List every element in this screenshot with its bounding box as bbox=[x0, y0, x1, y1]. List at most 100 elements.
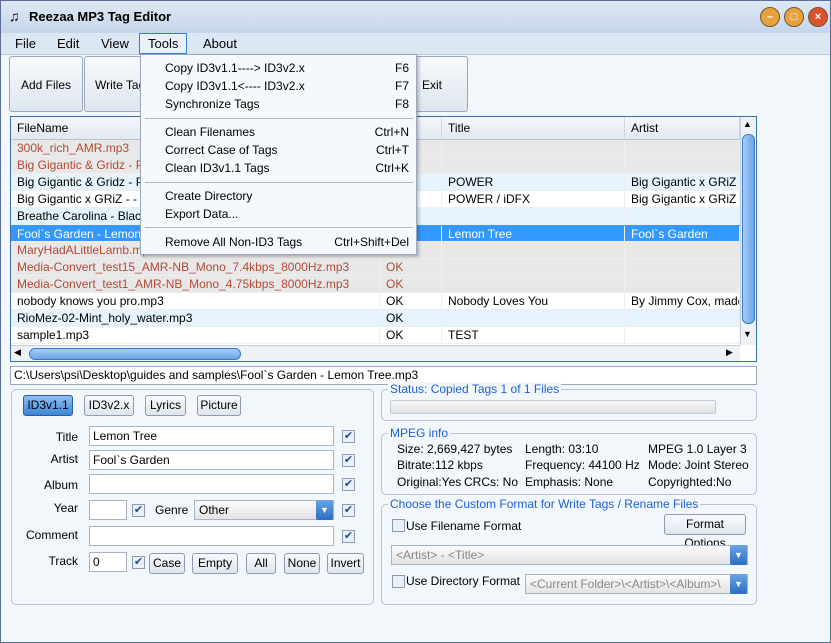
mpeg-version-info: MPEG 1.0 Layer 3 bbox=[648, 442, 747, 456]
chevron-down-icon[interactable]: ▼ bbox=[730, 545, 747, 565]
menu-item[interactable]: Copy ID3v1.1<---- ID3v2.x F7 bbox=[165, 77, 409, 95]
menu-item-label: Synchronize Tags bbox=[165, 97, 260, 111]
menu-item[interactable]: Create Directory bbox=[165, 187, 409, 205]
column-title[interactable]: Title bbox=[442, 117, 625, 140]
cell-artist bbox=[625, 242, 740, 259]
menu-file[interactable]: File bbox=[13, 36, 38, 51]
menu-view[interactable]: View bbox=[99, 36, 131, 51]
table-row[interactable]: sample1.mp3 OK TEST bbox=[11, 327, 740, 344]
all-button[interactable]: All bbox=[246, 553, 276, 574]
tab-id3v1[interactable]: ID3v1.1 bbox=[23, 395, 73, 416]
scroll-right-icon[interactable]: ▶ bbox=[726, 347, 733, 358]
artist-checkbox[interactable]: ✔ bbox=[342, 454, 355, 467]
comment-checkbox[interactable]: ✔ bbox=[342, 530, 355, 543]
cell-file: Media-Convert_test1_AMR-NB_Mono_4.75kbps… bbox=[11, 276, 380, 293]
scroll-up-icon[interactable]: ▲ bbox=[743, 119, 752, 129]
maximize-button[interactable]: □ bbox=[784, 7, 804, 27]
menu-separator bbox=[145, 118, 413, 119]
filename-format-select[interactable]: <Artist> - <Title> ▼ bbox=[391, 545, 748, 565]
vertical-scroll-thumb[interactable] bbox=[742, 134, 755, 324]
add-files-button[interactable]: Add Files bbox=[9, 56, 83, 112]
empty-button[interactable]: Empty bbox=[192, 553, 238, 574]
bitrate-info: Bitrate:112 kbps bbox=[397, 458, 483, 472]
table-row[interactable]: nobody knows you pro.mp3 OK Nobody Loves Y… bbox=[11, 293, 740, 310]
cell-file: RioMez-02-Mint_holy_water.mp3 bbox=[11, 310, 380, 327]
tab-picture[interactable]: Picture bbox=[197, 395, 241, 416]
menu-item[interactable]: Copy ID3v1.1----> ID3v2.x F6 bbox=[165, 59, 409, 77]
year-label: Year bbox=[53, 501, 78, 515]
chevron-down-icon[interactable]: ▼ bbox=[316, 500, 333, 520]
cell-artist: Big Gigantic x GRiZ bbox=[625, 191, 740, 208]
horizontal-scroll-thumb[interactable] bbox=[29, 348, 241, 360]
comment-input[interactable] bbox=[89, 526, 334, 546]
column-artist[interactable]: Artist bbox=[625, 117, 740, 140]
tag-editor-panel: ID3v1.1 ID3v2.x Lyrics Picture Title Lem… bbox=[11, 389, 374, 605]
file-path-field: C:\Users\psi\Desktop\guides and samples\… bbox=[10, 366, 757, 385]
menu-item[interactable]: Remove All Non-ID3 Tags Ctrl+Shift+Del bbox=[165, 233, 409, 251]
cell-status: OK bbox=[380, 293, 442, 310]
use-directory-format-checkbox[interactable] bbox=[392, 575, 405, 588]
menu-item-shortcut: F7 bbox=[394, 79, 409, 93]
menu-item[interactable]: Clean ID3v1.1 Tags Ctrl+K bbox=[165, 159, 409, 177]
menu-item-shortcut: Ctrl+T bbox=[376, 143, 409, 157]
tools-dropdown-menu: Copy ID3v1.1----> ID3v2.x F6 Copy ID3v1.1<… bbox=[140, 54, 417, 255]
original-info: Original:Yes bbox=[397, 475, 462, 489]
use-filename-format-checkbox[interactable] bbox=[392, 519, 405, 532]
chevron-down-icon[interactable]: ▼ bbox=[730, 574, 747, 594]
crcs-info: CRCs: No bbox=[464, 475, 519, 489]
title-checkbox[interactable]: ✔ bbox=[342, 430, 355, 443]
menu-tools[interactable]: Tools bbox=[139, 33, 188, 54]
album-checkbox[interactable]: ✔ bbox=[342, 478, 355, 491]
status-panel: Status: Copied Tags 1 of 1 Files bbox=[381, 382, 757, 421]
comment-label: Comment bbox=[25, 528, 78, 542]
genre-label: Genre bbox=[155, 503, 189, 517]
artist-input[interactable]: Fool`s Garden bbox=[89, 450, 334, 470]
minimize-button[interactable]: – bbox=[760, 7, 780, 27]
table-row[interactable]: RioMez-02-Mint_holy_water.mp3 OK bbox=[11, 310, 740, 327]
vertical-scrollbar[interactable]: ▲ ▼ bbox=[740, 117, 756, 345]
cell-status: OK bbox=[380, 259, 442, 276]
cell-title: TEST bbox=[442, 327, 625, 344]
length-info: Length: 03:10 bbox=[525, 442, 599, 456]
artist-label: Artist bbox=[50, 452, 78, 466]
table-row[interactable]: Media-Convert_test15_AMR-NB_Mono_7.4kbps… bbox=[11, 259, 740, 276]
none-button[interactable]: None bbox=[284, 553, 320, 574]
menu-item-label: Copy ID3v1.1<---- ID3v2.x bbox=[165, 79, 305, 93]
menu-item[interactable]: Clean Filenames Ctrl+N bbox=[165, 123, 409, 141]
menu-edit[interactable]: Edit bbox=[55, 36, 81, 51]
cell-artist: By Jimmy Cox, made fa bbox=[625, 293, 740, 310]
mpeg-info-legend: MPEG info bbox=[388, 426, 451, 440]
menu-item[interactable]: Synchronize Tags F8 bbox=[165, 95, 409, 113]
track-checkbox[interactable]: ✔ bbox=[132, 556, 145, 569]
menu-item[interactable]: Correct Case of Tags Ctrl+T bbox=[165, 141, 409, 159]
tab-id3v2[interactable]: ID3v2.x bbox=[84, 395, 134, 416]
genre-select[interactable]: Other ▼ bbox=[194, 500, 334, 520]
album-input[interactable] bbox=[89, 474, 334, 494]
case-button[interactable]: Case bbox=[149, 553, 185, 574]
scroll-left-icon[interactable]: ◀ bbox=[14, 347, 21, 358]
genre-checkbox[interactable]: ✔ bbox=[342, 504, 355, 517]
tab-lyrics[interactable]: Lyrics bbox=[145, 395, 186, 416]
format-options-button[interactable]: Format Options bbox=[664, 514, 746, 550]
directory-format-select[interactable]: <Current Folder>\<Artist>\<Album>\ ▼ bbox=[525, 574, 748, 594]
cell-artist bbox=[625, 208, 740, 225]
cell-file: nobody knows you pro.mp3 bbox=[11, 293, 380, 310]
app-window: ♫ Reezaa MP3 Tag Editor – □ × File Edit … bbox=[0, 0, 831, 643]
menu-item[interactable]: Export Data... bbox=[165, 205, 409, 223]
close-button[interactable]: × bbox=[808, 7, 828, 27]
scroll-down-icon[interactable]: ▼ bbox=[743, 329, 752, 339]
genre-value: Other bbox=[199, 503, 230, 517]
year-input[interactable] bbox=[89, 500, 127, 520]
horizontal-scrollbar[interactable]: ◀ ▶ bbox=[11, 345, 740, 361]
cell-title bbox=[442, 140, 625, 157]
title-input[interactable]: Lemon Tree bbox=[89, 426, 334, 446]
table-row[interactable]: Media-Convert_test1_AMR-NB_Mono_4.75kbps… bbox=[11, 276, 740, 293]
invert-button[interactable]: Invert bbox=[327, 553, 364, 574]
frequency-info: Frequency: 44100 Hz bbox=[525, 458, 640, 472]
cell-artist bbox=[625, 259, 740, 276]
menu-about[interactable]: About bbox=[201, 36, 239, 51]
year-checkbox[interactable]: ✔ bbox=[132, 504, 145, 517]
track-input[interactable]: 0 bbox=[89, 552, 127, 572]
cell-file: sample1.mp3 bbox=[11, 327, 380, 344]
cell-title bbox=[442, 208, 625, 225]
